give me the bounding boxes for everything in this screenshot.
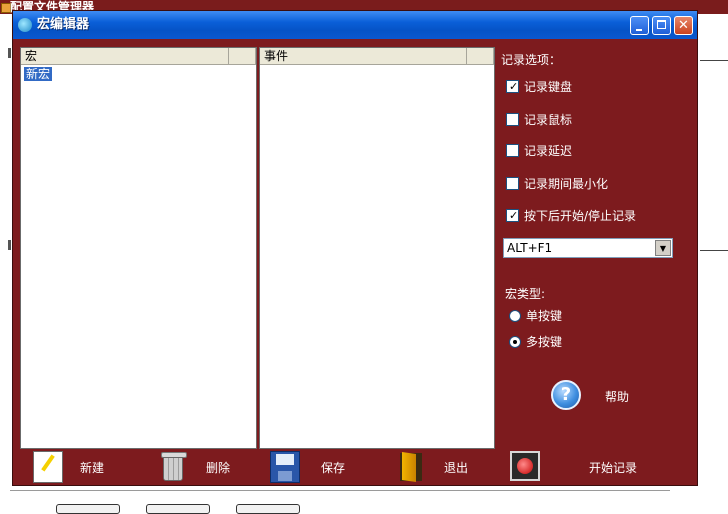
new-button-label[interactable]: 新建 [80,459,104,476]
close-button[interactable]: ✕ [674,16,693,35]
hotkey-select-value: ALT+F1 [507,241,553,255]
chevron-down-icon[interactable]: ▼ [655,240,671,256]
app-icon [18,18,32,32]
help-label[interactable]: 帮助 [605,388,629,405]
checkmark-icon: ✓ [509,80,519,93]
macro-list[interactable]: 宏 新宏 [20,47,257,449]
background-button[interactable] [236,504,300,514]
close-icon: ✕ [678,18,689,33]
trash-icon[interactable] [158,451,188,483]
background-button[interactable] [146,504,210,514]
background-divider [10,490,670,491]
checkbox-box[interactable] [506,113,519,126]
exit-door-icon[interactable] [398,451,428,483]
floppy-disk-icon[interactable] [270,451,300,483]
minimize-icon [636,29,642,31]
background-mark [8,48,11,58]
radio-label: 单按键 [526,309,563,323]
record-options-title: 记录选项： [501,53,562,67]
exit-button-label[interactable]: 退出 [444,459,468,476]
macro-editor-dialog: 宏编辑器 ✕ 宏 新宏 事件 记录选项： ✓ 记录键盘 记录鼠标 记录延迟 记录… [12,10,698,486]
dialog-title: 宏编辑器 [37,17,90,32]
checkbox-label: 记录期间最小化 [524,177,609,191]
checkbox-label: 记录鼠标 [524,113,573,127]
macro-column-header[interactable]: 宏 [21,48,229,64]
maximize-icon [657,20,666,29]
background-divider [700,250,728,251]
radio-button[interactable] [509,336,521,348]
dialog-titlebar[interactable]: 宏编辑器 ✕ [13,11,697,39]
background-divider [700,60,728,61]
checkbox-label: 记录延迟 [524,144,573,158]
save-button-label[interactable]: 保存 [321,459,345,476]
delete-button-label[interactable]: 删除 [206,459,230,476]
new-document-icon[interactable] [33,451,63,483]
radio-label: 多按键 [526,335,563,349]
macro-list-header: 宏 [21,48,256,65]
event-list-header: 事件 [260,48,494,65]
record-icon[interactable] [510,451,540,481]
checkbox-box[interactable]: ✓ [506,80,519,93]
help-icon[interactable]: ? [551,380,581,410]
floppy-shutter [278,471,292,481]
macro-column-spacer [229,48,256,64]
checkbox-label: 记录键盘 [524,80,573,94]
start-record-label[interactable]: 开始记录 [589,459,637,476]
checkmark-icon: ✓ [509,209,519,222]
record-dot [517,458,533,474]
background-button[interactable] [56,504,120,514]
checkbox-box[interactable]: ✓ [506,209,519,222]
checkbox-label: 按下后开始/停止记录 [524,209,637,223]
door [402,452,416,482]
checkbox-box[interactable] [506,177,519,190]
checkbox-box[interactable] [506,144,519,157]
trash-body [163,457,183,481]
radio-selected-dot [513,340,517,344]
maximize-button[interactable] [652,16,671,35]
hotkey-select[interactable]: ALT+F1 ▼ [503,238,673,258]
radio-button[interactable] [509,310,521,322]
event-column-spacer [467,48,494,64]
event-column-header[interactable]: 事件 [260,48,467,64]
background-mark [8,240,11,250]
minimize-button[interactable] [630,16,649,35]
macro-type-title: 宏类型: [505,287,546,301]
event-list[interactable]: 事件 [259,47,495,449]
floppy-label-strip [276,454,294,465]
macro-list-item-selected[interactable]: 新宏 [24,67,53,81]
